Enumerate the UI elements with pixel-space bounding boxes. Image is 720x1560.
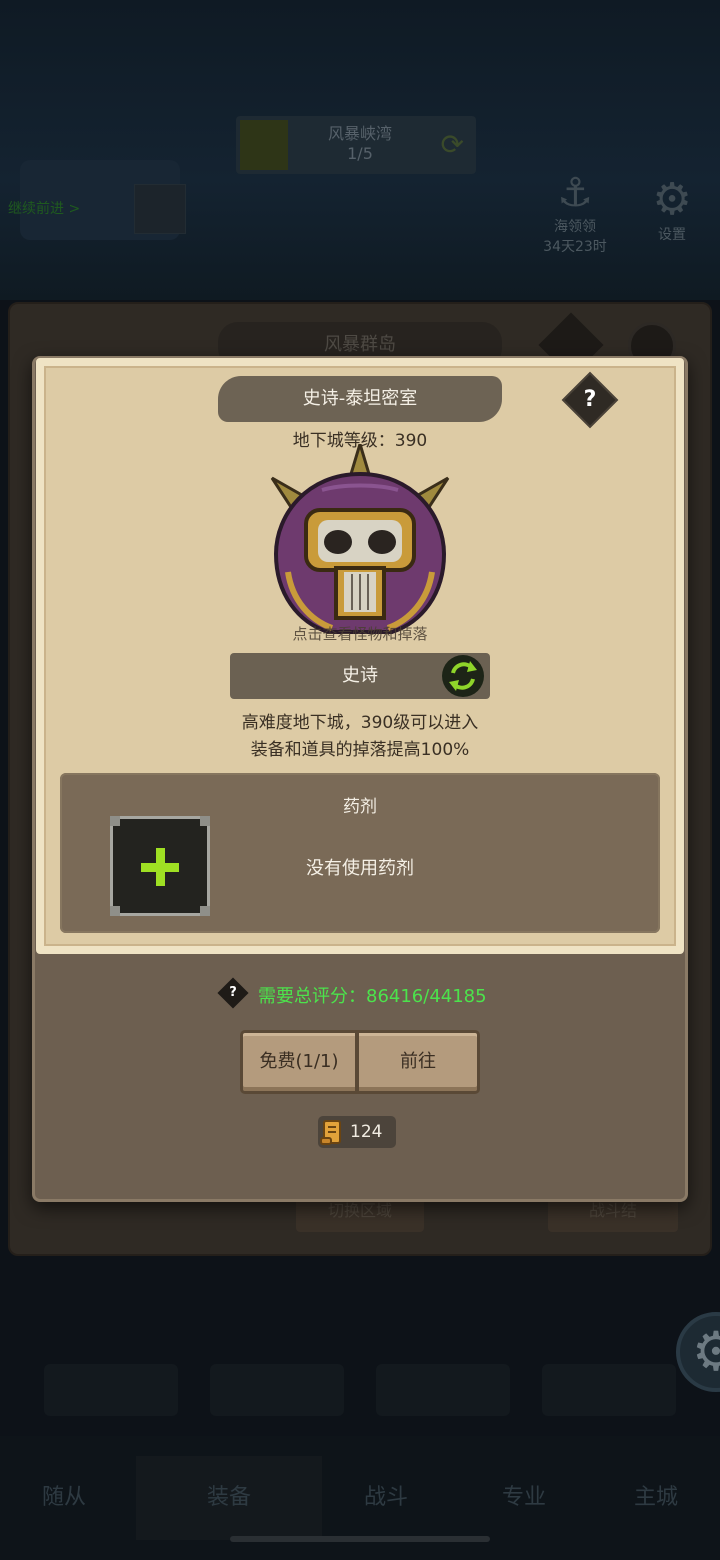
requirement-text: 需要总评分：86416/44185 (258, 986, 487, 1007)
scroll-count: 124 (350, 1122, 383, 1142)
sea-event-button[interactable]: ⚓ 海领领 34天23时 (530, 170, 620, 256)
anchor-icon: ⚓ (557, 170, 593, 216)
swap-difficulty-icon[interactable] (442, 655, 484, 697)
plus-icon (156, 848, 165, 886)
difficulty-selector[interactable]: 史诗 (230, 653, 490, 699)
floating-gear-icon[interactable]: ⚙ (676, 1312, 720, 1392)
monster-hint[interactable]: 点击查看怪物和掉落 (218, 623, 502, 644)
quest-link[interactable]: 继续前进 > (8, 198, 80, 218)
background-chip[interactable] (376, 1364, 510, 1416)
dungeon-description-line: 装备和道具的掉落提高100% (250, 740, 470, 760)
region-tab[interactable]: 风暴峡湾 1/5 ⟳ (236, 116, 476, 174)
monster-helmet-icon[interactable] (262, 444, 458, 640)
dungeon-description-line: 高难度地下城，390级可以进入 (241, 713, 479, 733)
dungeon-title: 史诗-泰坦密室 (218, 376, 502, 422)
nav-profession[interactable]: 专业 (464, 1456, 584, 1540)
quest-box[interactable] (134, 184, 186, 234)
no-potion-text: 没有使用药剂 (306, 858, 414, 879)
background-chip[interactable] (210, 1364, 344, 1416)
swap-icon: ⟳ (440, 128, 464, 161)
question-icon: ? (229, 985, 237, 1000)
home-indicator (230, 1536, 490, 1542)
scroll-icon (320, 1120, 341, 1145)
nav-main-city[interactable]: 主城 (596, 1456, 716, 1540)
slot-corner (110, 906, 120, 916)
scroll-count-badge: 124 (318, 1116, 396, 1148)
slot-corner (110, 816, 120, 826)
settings-button[interactable]: ⚙ 设置 (640, 176, 704, 244)
gear-icon: ⚙ (652, 174, 692, 225)
region-tab-progress: 1/5 (347, 144, 373, 163)
nav-equipment[interactable]: 装备 (136, 1456, 322, 1540)
go-button[interactable]: 前往 (356, 1030, 480, 1094)
potion-title: 药剂 (343, 797, 377, 817)
sea-event-timer: 34天23时 (543, 239, 607, 255)
background-chip[interactable] (44, 1364, 178, 1416)
slot-corner (200, 816, 210, 826)
background-chip[interactable] (542, 1364, 676, 1416)
sea-event-label: 海领领 (554, 219, 596, 235)
region-thumbnail (240, 120, 288, 170)
slot-corner (200, 906, 210, 916)
nav-battle[interactable]: 战斗 (326, 1456, 446, 1540)
free-entry-button[interactable]: 免费(1/1) (240, 1030, 358, 1094)
nav-followers[interactable]: 随从 (4, 1456, 124, 1540)
settings-label: 设置 (658, 227, 686, 243)
question-icon: ? (583, 387, 597, 412)
requirement-help-icon[interactable]: ? (217, 977, 249, 1009)
add-potion-button[interactable] (110, 816, 210, 916)
region-tab-name: 风暴峡湾 (327, 124, 392, 143)
